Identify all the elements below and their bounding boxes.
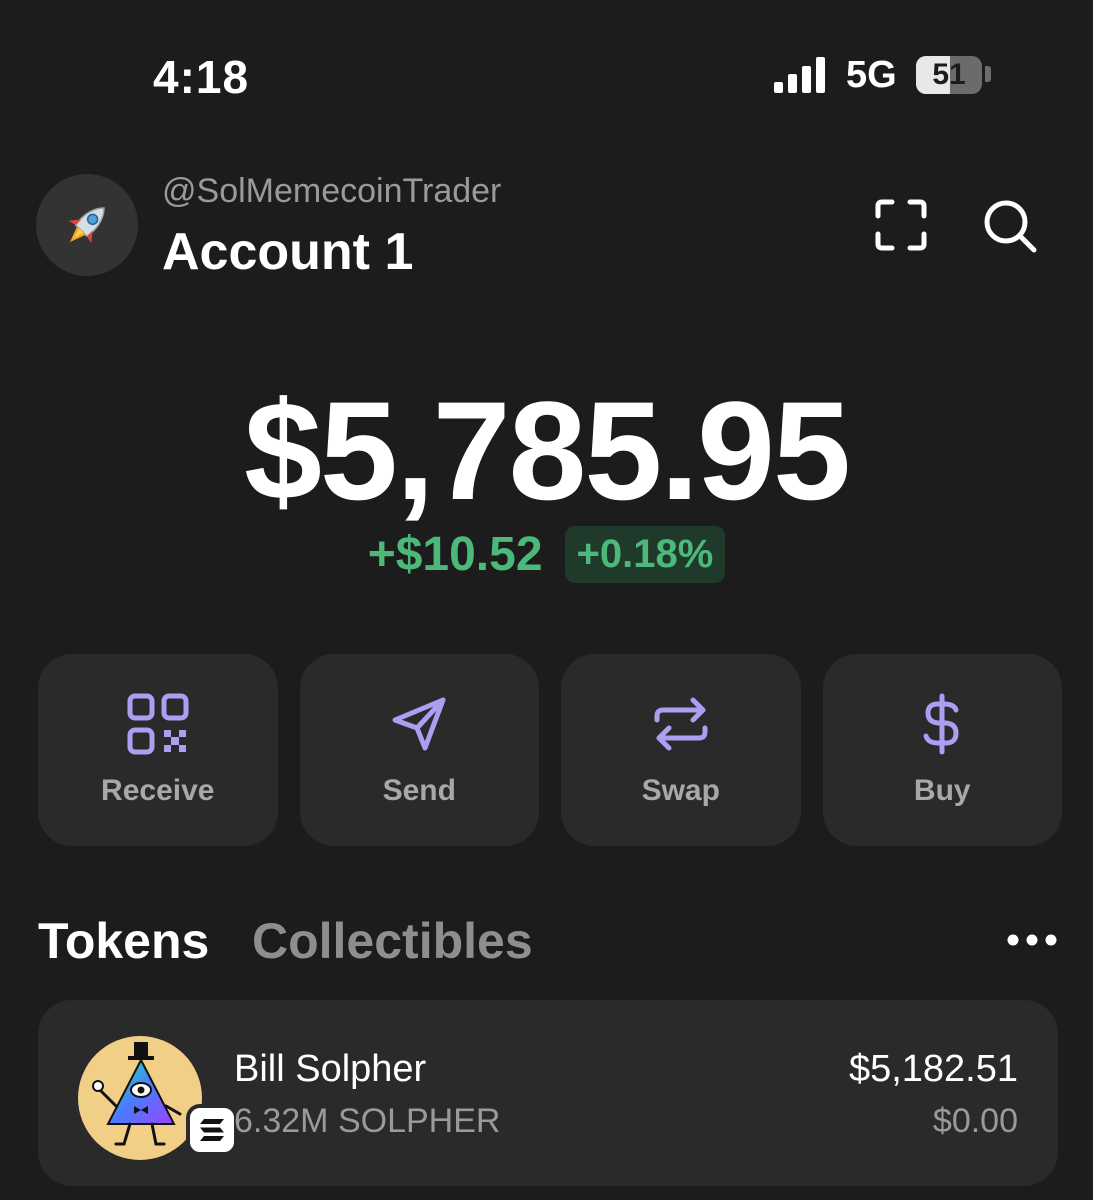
tab-tokens[interactable]: Tokens	[38, 912, 209, 970]
more-icon	[1007, 934, 1057, 946]
scan-icon	[875, 199, 927, 251]
balance-change-row: +$10.52 +0.18%	[0, 526, 1093, 583]
more-options-button[interactable]	[1004, 928, 1060, 952]
search-button[interactable]	[976, 192, 1042, 258]
status-time: 4:18	[153, 51, 250, 103]
buy-button[interactable]: Buy	[822, 654, 1062, 846]
swap-label: Swap	[641, 774, 720, 807]
signal-icon	[774, 57, 825, 93]
token-value: $5,182.51	[848, 1048, 1018, 1090]
battery-cap	[985, 66, 991, 82]
battery-percent: 51	[932, 58, 966, 91]
swap-button[interactable]: Swap	[561, 654, 801, 846]
battery-icon: 51	[916, 56, 982, 94]
account-avatar[interactable]	[36, 174, 138, 276]
token-change: $0.00	[932, 1102, 1018, 1140]
receive-label: Receive	[101, 774, 215, 807]
send-icon	[392, 697, 446, 751]
balance-change-amount: +$10.52	[367, 528, 543, 581]
action-buttons: Receive Send Swap Buy	[38, 654, 1062, 846]
chain-badge	[186, 1104, 238, 1156]
scan-button[interactable]	[868, 192, 934, 258]
token-name: Bill Solpher	[234, 1048, 427, 1090]
status-bar: 4:18 5G 51	[0, 0, 1093, 150]
balance-change-percent: +0.18%	[564, 526, 726, 583]
solana-icon	[200, 1119, 224, 1141]
send-label: Send	[382, 774, 456, 807]
total-balance: $5,785.95	[244, 372, 851, 529]
account-name[interactable]: Account 1	[162, 222, 413, 282]
account-username[interactable]: @SolMemecoinTrader	[162, 172, 501, 211]
qr-code-icon	[127, 693, 189, 755]
dollar-icon	[923, 693, 959, 755]
rocket-icon	[68, 207, 105, 244]
swap-icon	[654, 697, 708, 751]
receive-button[interactable]: Receive	[38, 654, 278, 846]
search-icon	[984, 200, 1037, 253]
token-row[interactable]: Bill Solpher 6.32M SOLPHER $5,182.51 $0.…	[38, 1000, 1058, 1186]
tab-collectibles[interactable]: Collectibles	[252, 912, 533, 970]
wallet-screen: 4:18 5G 51 @SolMemecoinTrader Account 1 …	[0, 0, 1093, 1200]
send-button[interactable]: Send	[299, 654, 539, 846]
buy-label: Buy	[913, 774, 971, 807]
token-amount: 6.32M SOLPHER	[234, 1102, 501, 1140]
network-label: 5G	[846, 54, 897, 96]
bill-solpher-logo	[78, 1036, 202, 1160]
